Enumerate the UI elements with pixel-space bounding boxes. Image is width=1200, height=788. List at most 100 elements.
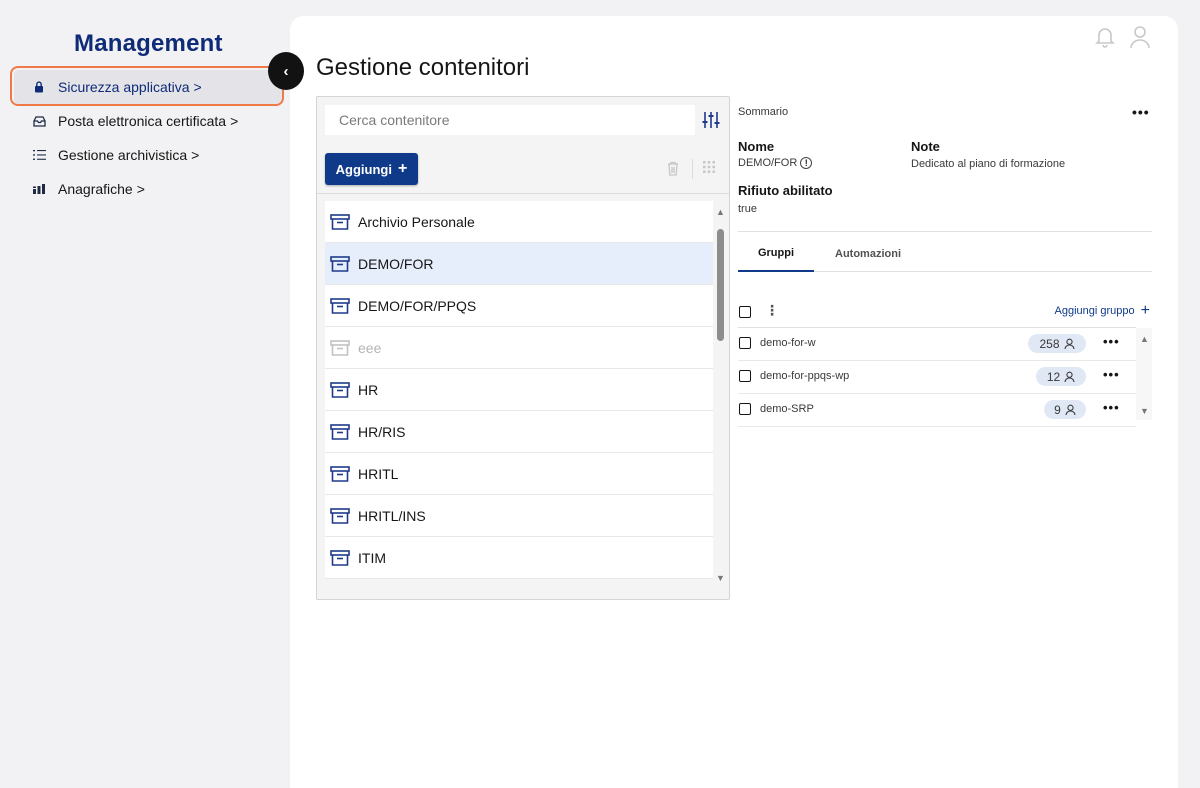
user-icon bbox=[1065, 404, 1076, 416]
row-overflow-menu-icon[interactable]: ••• bbox=[1103, 367, 1120, 382]
chevron-right-icon: > bbox=[191, 147, 200, 163]
filter-settings-icon[interactable] bbox=[701, 109, 721, 131]
add-group-button[interactable]: Aggiungi gruppo + bbox=[1055, 302, 1150, 320]
collapse-sidebar-button[interactable]: ‹ bbox=[268, 52, 304, 90]
info-icon[interactable]: ! bbox=[800, 157, 813, 169]
scroll-down-arrow-icon[interactable]: ▼ bbox=[716, 573, 725, 583]
sidebar-item-gestione-archivistica[interactable]: Gestione archivistica > bbox=[14, 138, 282, 172]
list-item-label: HRITL bbox=[358, 465, 399, 482]
list-item[interactable]: DEMO/FOR bbox=[325, 243, 713, 285]
chevron-right-icon: > bbox=[136, 181, 145, 197]
group-name: demo-SRP bbox=[760, 403, 814, 415]
sidebar: Management Sicurezza applicativa > Posta… bbox=[0, 0, 290, 788]
add-container-button[interactable]: Aggiungi + bbox=[325, 153, 418, 185]
list-item-label: eee bbox=[358, 339, 382, 356]
summary-overflow-menu-icon[interactable]: ••• bbox=[1132, 104, 1150, 120]
sidebar-item-sicurezza-applicativa[interactable]: Sicurezza applicativa > bbox=[14, 70, 282, 104]
chevron-right-icon: > bbox=[193, 79, 202, 95]
sidebar-item-posta-elettronica-certificata[interactable]: Posta elettronica certificata > bbox=[14, 104, 282, 138]
row-checkbox[interactable] bbox=[739, 370, 751, 382]
archive-box-icon bbox=[330, 339, 350, 356]
notes-label: Note bbox=[911, 139, 940, 154]
select-all-checkbox[interactable] bbox=[739, 306, 751, 318]
list-item-label: HR/RIS bbox=[358, 423, 406, 440]
name-value: DEMO/FOR bbox=[738, 157, 798, 169]
details-divider bbox=[738, 231, 1152, 232]
list-item[interactable]: eee bbox=[325, 327, 713, 369]
name-value-group: DEMO/FOR ! bbox=[738, 157, 813, 169]
search-input[interactable] bbox=[325, 105, 695, 135]
row-checkbox[interactable] bbox=[739, 403, 751, 415]
group-name: demo-for-ppqs-wp bbox=[760, 370, 850, 382]
list-item[interactable]: ITIM bbox=[325, 537, 713, 579]
reject-enabled-value: true bbox=[738, 203, 757, 215]
archive-box-icon bbox=[330, 297, 350, 314]
row-overflow-menu-icon[interactable]: ••• bbox=[1103, 400, 1120, 415]
member-count-badge: 258 bbox=[1028, 334, 1086, 353]
sidebar-item-anagrafiche[interactable]: Anagrafiche > bbox=[14, 172, 282, 206]
list-item[interactable]: HR/RIS bbox=[325, 411, 713, 453]
plus-icon: + bbox=[1140, 302, 1150, 319]
list-item-label: DEMO/FOR bbox=[358, 255, 434, 272]
tab-gruppi[interactable]: Gruppi bbox=[738, 236, 814, 272]
groups-scrollbar[interactable]: ▲ ▼ bbox=[1136, 328, 1152, 420]
sidebar-item-label: Sicurezza applicativa bbox=[58, 79, 190, 95]
chevron-right-icon: > bbox=[230, 113, 239, 129]
archive-box-icon bbox=[330, 465, 350, 482]
scroll-up-arrow-icon[interactable]: ▲ bbox=[716, 207, 725, 217]
name-label: Nome bbox=[738, 139, 775, 154]
groups-list: demo-for-w 258 ••• demo-for-ppqs-wp 12 •… bbox=[738, 328, 1136, 427]
add-button-label: Aggiungi bbox=[335, 161, 392, 177]
row-checkbox[interactable] bbox=[739, 337, 751, 349]
scroll-thumb[interactable] bbox=[717, 229, 724, 341]
chevron-left-icon: ‹ bbox=[283, 62, 289, 80]
list-item-label: HRITL/INS bbox=[358, 507, 426, 524]
row-overflow-menu-icon[interactable]: ••• bbox=[1103, 334, 1120, 349]
add-group-label: Aggiungi gruppo bbox=[1054, 305, 1135, 317]
user-icon bbox=[1063, 338, 1075, 350]
member-count-badge: 12 bbox=[1036, 367, 1086, 386]
notes-value: Dedicato al piano di formazione bbox=[911, 158, 1066, 170]
sidebar-item-label: Anagrafiche bbox=[58, 181, 133, 197]
list-item-label: HR bbox=[358, 381, 379, 398]
scroll-down-arrow-icon[interactable]: ▼ bbox=[1140, 406, 1149, 416]
list-item[interactable]: DEMO/FOR/PPQS bbox=[325, 285, 713, 327]
list-item-label: ITIM bbox=[358, 549, 386, 566]
table-row[interactable]: demo-for-ppqs-wp 12 ••• bbox=[738, 361, 1136, 394]
tab-automazioni[interactable]: Automazioni bbox=[822, 236, 914, 272]
groups-toolbar: ⋮ Aggiungi gruppo + bbox=[738, 300, 1152, 324]
app-title: Management bbox=[74, 30, 223, 57]
kebab-vertical-icon[interactable]: ⋮ bbox=[765, 302, 779, 319]
trash-icon[interactable] bbox=[667, 161, 679, 176]
bell-icon[interactable] bbox=[1094, 24, 1116, 50]
toolbar-divider bbox=[692, 159, 693, 179]
member-count: 9 bbox=[1054, 402, 1061, 417]
member-count: 258 bbox=[1039, 336, 1060, 351]
list-scrollbar[interactable]: ▲ ▼ bbox=[715, 207, 727, 583]
archive-box-icon bbox=[330, 381, 350, 398]
member-count-badge: 9 bbox=[1044, 400, 1086, 419]
grid-icon[interactable] bbox=[703, 161, 715, 173]
list-divider bbox=[317, 193, 729, 194]
list-item[interactable]: HRITL bbox=[325, 453, 713, 495]
scroll-up-arrow-icon[interactable]: ▲ bbox=[1140, 334, 1149, 344]
archive-box-icon bbox=[330, 255, 350, 272]
container-list: Archivio Personale DEMO/FOR DEMO/FOR/PPQ… bbox=[325, 201, 713, 581]
table-row[interactable]: demo-for-w 258 ••• bbox=[738, 328, 1136, 361]
chart-icon bbox=[30, 184, 48, 194]
list-item[interactable]: Archivio Personale bbox=[325, 201, 713, 243]
container-list-panel: Aggiungi + Archivio Personale DEMO/FOR D… bbox=[316, 96, 730, 600]
reject-enabled-label: Rifiuto abilitato bbox=[738, 183, 833, 198]
list-item-label: Archivio Personale bbox=[358, 213, 475, 230]
archive-box-icon bbox=[330, 423, 350, 440]
sidebar-item-label: Gestione archivistica bbox=[58, 147, 188, 163]
list-icon bbox=[30, 149, 48, 161]
list-item[interactable]: HRITL/INS bbox=[325, 495, 713, 537]
sidebar-item-label: Posta elettronica certificata bbox=[58, 113, 227, 129]
user-icon[interactable] bbox=[1128, 24, 1152, 50]
plus-icon: + bbox=[397, 160, 408, 177]
table-row[interactable]: demo-SRP 9 ••• bbox=[738, 394, 1136, 427]
list-item[interactable]: HR bbox=[325, 369, 713, 411]
inbox-icon bbox=[30, 115, 48, 127]
group-name: demo-for-w bbox=[760, 337, 816, 349]
